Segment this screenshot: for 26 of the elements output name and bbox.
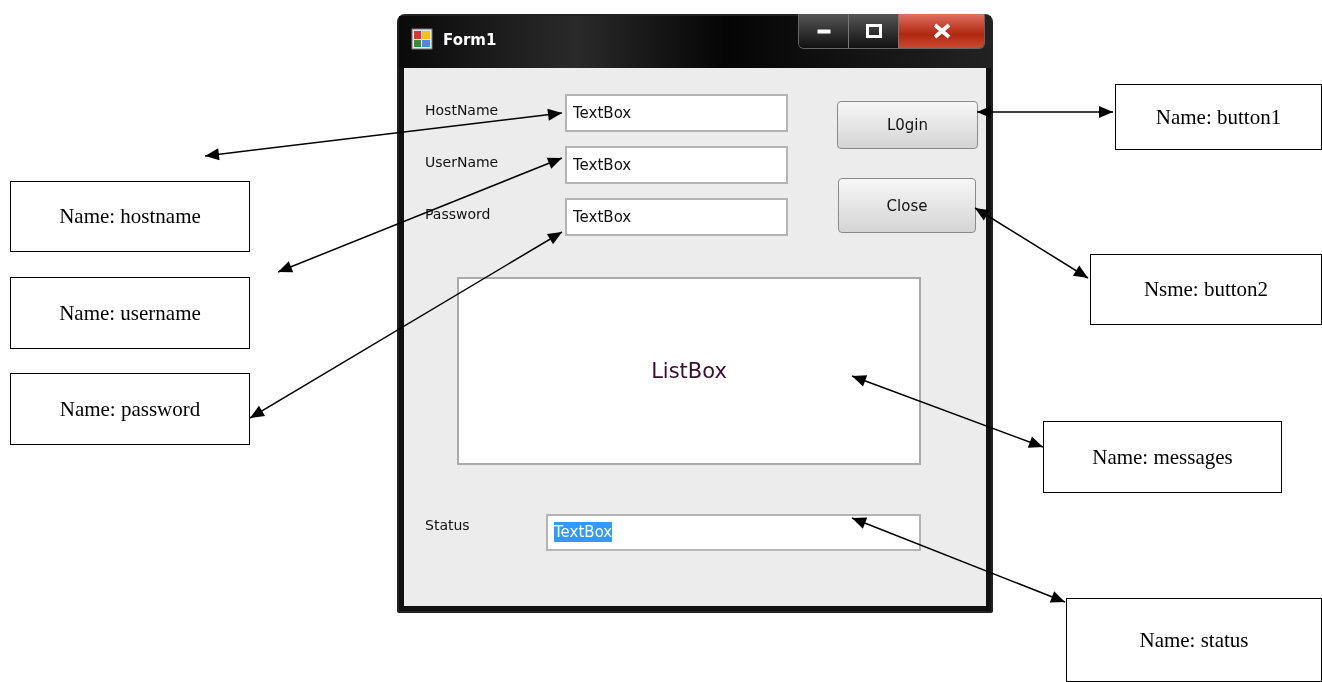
field-label: UserName bbox=[425, 154, 499, 170]
field-label: Password bbox=[425, 206, 491, 222]
close-icon bbox=[931, 23, 952, 39]
form-button[interactable]: L0gin bbox=[837, 101, 978, 149]
minimize-button[interactable] bbox=[799, 14, 849, 48]
window-title: Form1 bbox=[443, 31, 497, 49]
callout-label: Nsme: button2 bbox=[1090, 254, 1322, 325]
close-button[interactable] bbox=[899, 14, 984, 48]
callout-label: Name: password bbox=[10, 373, 250, 445]
maximize-icon bbox=[865, 24, 882, 38]
list-box[interactable]: ListBox bbox=[457, 277, 921, 465]
minimize-icon bbox=[815, 27, 832, 35]
field-label: Status bbox=[425, 517, 470, 533]
field-label: HostName bbox=[425, 102, 499, 118]
callout-label: Name: hostname bbox=[10, 181, 250, 252]
form-button[interactable]: Close bbox=[838, 178, 976, 233]
form-icon bbox=[411, 28, 433, 50]
callout-label: Name: username bbox=[10, 277, 250, 349]
text-field[interactable]: TextBox bbox=[565, 146, 788, 184]
text-field[interactable]: TextBox bbox=[565, 94, 788, 132]
callout-label: Name: messages bbox=[1043, 421, 1282, 493]
text-field[interactable]: TextBox bbox=[565, 198, 788, 236]
callout-label: Name: button1 bbox=[1115, 84, 1322, 150]
maximize-button[interactable] bbox=[849, 14, 899, 48]
list-box-text: ListBox bbox=[651, 359, 727, 383]
callout-label: Name: status bbox=[1066, 598, 1322, 682]
